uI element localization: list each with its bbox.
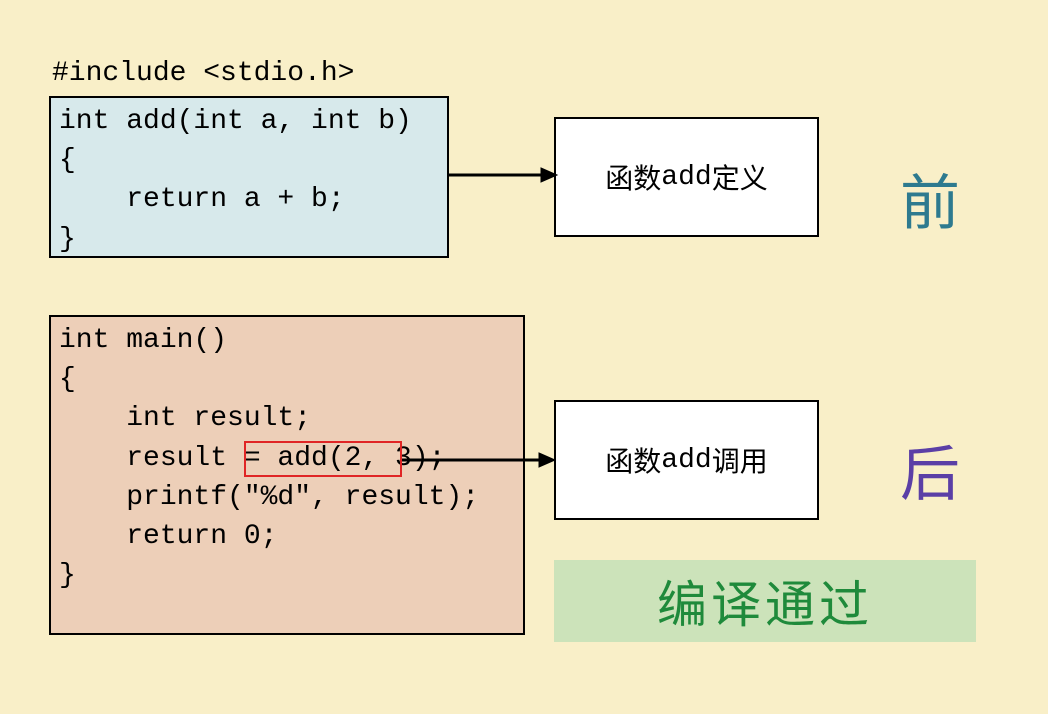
code-include-line: #include <stdio.h> xyxy=(52,58,354,89)
label-text-suffix: 定义 xyxy=(712,157,768,197)
compile-pass-badge: 编译通过 xyxy=(554,560,976,642)
label-add-call: 函数 add 调用 xyxy=(554,400,819,520)
code-box-add-definition: int add(int a, int b) { return a + b; } xyxy=(49,96,449,258)
arrow-call xyxy=(402,450,557,470)
marker-before: 前 xyxy=(900,155,960,242)
label-text-prefix: 函数 xyxy=(605,157,661,197)
diagram-canvas: #include <stdio.h> int add(int a, int b)… xyxy=(0,0,1048,714)
label-text-mono: add xyxy=(661,445,711,476)
marker-after: 后 xyxy=(900,426,960,513)
arrow-definition xyxy=(449,165,559,185)
label-add-definition: 函数 add 定义 xyxy=(554,117,819,237)
label-text-suffix: 调用 xyxy=(712,440,768,480)
label-text-mono: add xyxy=(661,162,711,193)
code-box-main: int main() { int result; result = add(2,… xyxy=(49,315,525,635)
label-text-prefix: 函数 xyxy=(605,440,661,480)
